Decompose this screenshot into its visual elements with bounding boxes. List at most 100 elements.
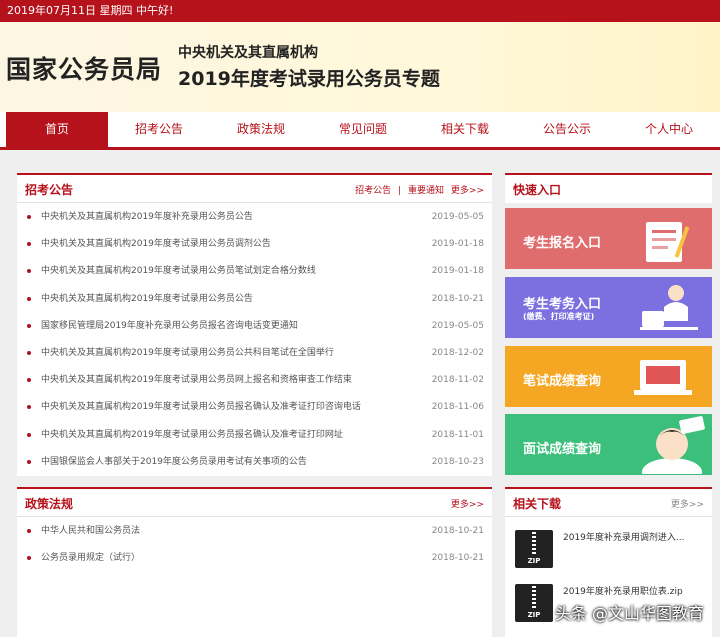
- bullet-icon: [27, 324, 31, 328]
- list-item-date: 2019-05-05: [431, 212, 484, 222]
- policy-more-link[interactable]: 更多>>: [451, 497, 484, 510]
- list-item[interactable]: 国家移民管理局2019年度补充录用公务员报名咨询电话变更通知 2019-05-0…: [27, 318, 484, 334]
- bullet-icon: [27, 297, 31, 301]
- list-item[interactable]: 中央机关及其直属机构2019年度考试录用公务员报名确认及准考证打印网址 2018…: [27, 427, 484, 443]
- announcements-panel: 招考公告 招考公告 | 重要通知 更多>> 中央机关及其直属机构2019年度补充…: [17, 173, 492, 476]
- watermark: 头条 @文山华图教育: [554, 604, 704, 623]
- list-item[interactable]: 中央机关及其直属机构2019年度考试录用公务员公共科目笔试在全国举行 2018-…: [27, 345, 484, 361]
- policy-title: 政策法规: [25, 497, 74, 511]
- zip-file-icon-label: ZIP: [527, 611, 541, 619]
- bullet-icon: [27, 242, 31, 246]
- list-item-title[interactable]: 中央机关及其直属机构2019年度考试录用公务员公共科目笔试在全国举行: [41, 345, 334, 361]
- list-item[interactable]: 中央机关及其直属机构2019年度考试录用公务员报名确认及准考证打印咨询电话 20…: [27, 399, 484, 415]
- list-item-title[interactable]: 中国银保监会人事部关于2019年度公务员录用考试有关事项的公告: [41, 454, 307, 470]
- list-item[interactable]: 中央机关及其直属机构2019年度考试录用公务员调剂公告 2019-01-18: [27, 236, 484, 252]
- nav-announcements[interactable]: 招考公告: [108, 112, 210, 147]
- list-item-title[interactable]: 中央机关及其直属机构2019年度考试录用公务员公告: [41, 291, 253, 307]
- download-item-name[interactable]: 2019年度补充录用调剂进入...: [563, 530, 685, 543]
- header-subtitle: 中央机关及其直属机构: [178, 45, 318, 61]
- list-item-date: 2018-12-02: [431, 348, 484, 358]
- list-item[interactable]: 中央机关及其直属机构2019年度考试录用公务员网上报名和资格审查工作结束 201…: [27, 372, 484, 388]
- list-item-title[interactable]: 国家移民管理局2019年度补充录用公务员报名咨询电话变更通知: [41, 318, 298, 334]
- date-greeting-bar: 2019年07月11日 星期四 中午好!: [0, 0, 720, 22]
- quick-entry-panel: 快速入口: [505, 173, 712, 203]
- bullet-icon: [27, 351, 31, 355]
- person-at-desk-icon: [640, 285, 698, 330]
- announcements-more-link[interactable]: 更多>>: [451, 183, 484, 196]
- bullet-icon: [27, 269, 31, 273]
- list-item-title[interactable]: 公务员录用规定（试行）: [41, 550, 140, 566]
- interview-score-query-button[interactable]: 面试成绩查询: [505, 414, 712, 475]
- downloads-title: 相关下载: [513, 497, 562, 511]
- quick-entry-label: 考生考务入口: [523, 297, 602, 312]
- list-item-date: 2018-11-02: [431, 375, 484, 385]
- list-item-date: 2019-05-05: [431, 321, 484, 331]
- list-item[interactable]: 公务员录用规定（试行） 2018-10-21: [27, 550, 484, 566]
- list-item-title[interactable]: 中华人民共和国公务员法: [41, 523, 140, 539]
- list-item-date: 2018-11-06: [431, 402, 484, 412]
- sub-links-separator: |: [398, 186, 402, 196]
- candidate-exam-affairs-button[interactable]: 考生考务入口 (缴费、打印准考证): [505, 277, 712, 338]
- policy-panel: 政策法规 更多>> 中华人民共和国公务员法 2018-10-21 公务员录用规定…: [17, 487, 492, 637]
- bullet-icon: [27, 433, 31, 437]
- quick-entry-label: 笔试成绩查询: [523, 374, 602, 389]
- list-item[interactable]: 中央机关及其直属机构2019年度考试录用公务员笔试划定合格分数线 2019-01…: [27, 263, 484, 279]
- list-item-title[interactable]: 中央机关及其直属机构2019年度补充录用公务员公告: [41, 209, 253, 225]
- nav-downloads[interactable]: 相关下载: [414, 112, 516, 147]
- list-item-date: 2018-11-01: [431, 430, 484, 440]
- written-score-query-button[interactable]: 笔试成绩查询: [505, 346, 712, 407]
- quick-entry-label: 面试成绩查询: [523, 442, 602, 457]
- nav-faq[interactable]: 常见问题: [312, 112, 414, 147]
- site-header: 国家公务员局 中央机关及其直属机构 2019年度考试录用公务员专题: [0, 22, 720, 112]
- download-item[interactable]: ZIP 2019年度补充录用调剂进入...: [505, 528, 712, 572]
- quick-entry-sub: (缴费、打印准考证): [523, 312, 595, 321]
- list-item-date: 2019-01-18: [431, 239, 484, 249]
- list-item-title[interactable]: 中央机关及其直属机构2019年度考试录用公务员调剂公告: [41, 236, 271, 252]
- interviewee-icon: [642, 416, 705, 474]
- list-item-title[interactable]: 中央机关及其直属机构2019年度考试录用公务员报名确认及准考证打印咨询电话: [41, 399, 361, 415]
- announcements-sub-links: 招考公告 | 重要通知: [355, 183, 444, 196]
- bullet-icon: [27, 405, 31, 409]
- zip-file-icon: ZIP: [515, 584, 553, 622]
- bullet-icon: [27, 215, 31, 219]
- bullet-icon: [27, 378, 31, 382]
- list-item-title[interactable]: 中央机关及其直属机构2019年度考试录用公务员报名确认及准考证打印网址: [41, 427, 343, 443]
- list-item[interactable]: 中国银保监会人事部关于2019年度公务员录用考试有关事项的公告 2018-10-…: [27, 454, 484, 470]
- list-item-date: 2019-01-18: [431, 266, 484, 276]
- main-nav: 首页 招考公告 政策法规 常见问题 相关下载 公告公示 个人中心: [0, 112, 720, 150]
- announcements-title: 招考公告: [25, 183, 74, 197]
- divider: [17, 202, 492, 203]
- site-name[interactable]: 国家公务员局: [6, 50, 162, 86]
- date-greeting-text: 2019年07月11日 星期四 中午好!: [7, 4, 174, 17]
- quick-entry-label: 考生报名入口: [523, 236, 602, 251]
- important-notice-link[interactable]: 重要通知: [408, 186, 444, 196]
- divider: [17, 516, 492, 517]
- list-item[interactable]: 中央机关及其直属机构2019年度补充录用公务员公告 2019-05-05: [27, 209, 484, 225]
- document-icon: [646, 222, 690, 262]
- zip-file-icon: ZIP: [515, 530, 553, 568]
- list-item-title[interactable]: 中央机关及其直属机构2019年度考试录用公务员网上报名和资格审查工作结束: [41, 372, 352, 388]
- zip-file-icon-label: ZIP: [527, 557, 541, 565]
- bullet-icon: [27, 556, 31, 560]
- list-item[interactable]: 中央机关及其直属机构2019年度考试录用公务员公告 2018-10-21: [27, 291, 484, 307]
- divider: [505, 516, 712, 517]
- download-item-name[interactable]: 2019年度补充录用职位表.zip: [563, 584, 683, 597]
- list-item-date: 2018-10-21: [431, 553, 484, 563]
- nav-policy[interactable]: 政策法规: [210, 112, 312, 147]
- list-item-date: 2018-10-23: [431, 457, 484, 467]
- list-item-title[interactable]: 中央机关及其直属机构2019年度考试录用公务员笔试划定合格分数线: [41, 263, 316, 279]
- nav-user-center[interactable]: 个人中心: [618, 112, 720, 147]
- nav-notices[interactable]: 公告公示: [516, 112, 618, 147]
- downloads-more-link[interactable]: 更多>>: [671, 497, 704, 510]
- list-item-date: 2018-10-21: [431, 294, 484, 304]
- candidate-registration-button[interactable]: 考生报名入口: [505, 208, 712, 269]
- list-item[interactable]: 中华人民共和国公务员法 2018-10-21: [27, 523, 484, 539]
- announcements-link[interactable]: 招考公告: [355, 186, 391, 196]
- bullet-icon: [27, 529, 31, 533]
- laptop-icon: [634, 360, 692, 395]
- list-item-date: 2018-10-21: [431, 526, 484, 536]
- bullet-icon: [27, 460, 31, 464]
- quick-entry-title: 快速入口: [513, 183, 562, 197]
- page-title: 2019年度考试录用公务员专题: [178, 68, 440, 90]
- nav-home[interactable]: 首页: [6, 112, 108, 147]
